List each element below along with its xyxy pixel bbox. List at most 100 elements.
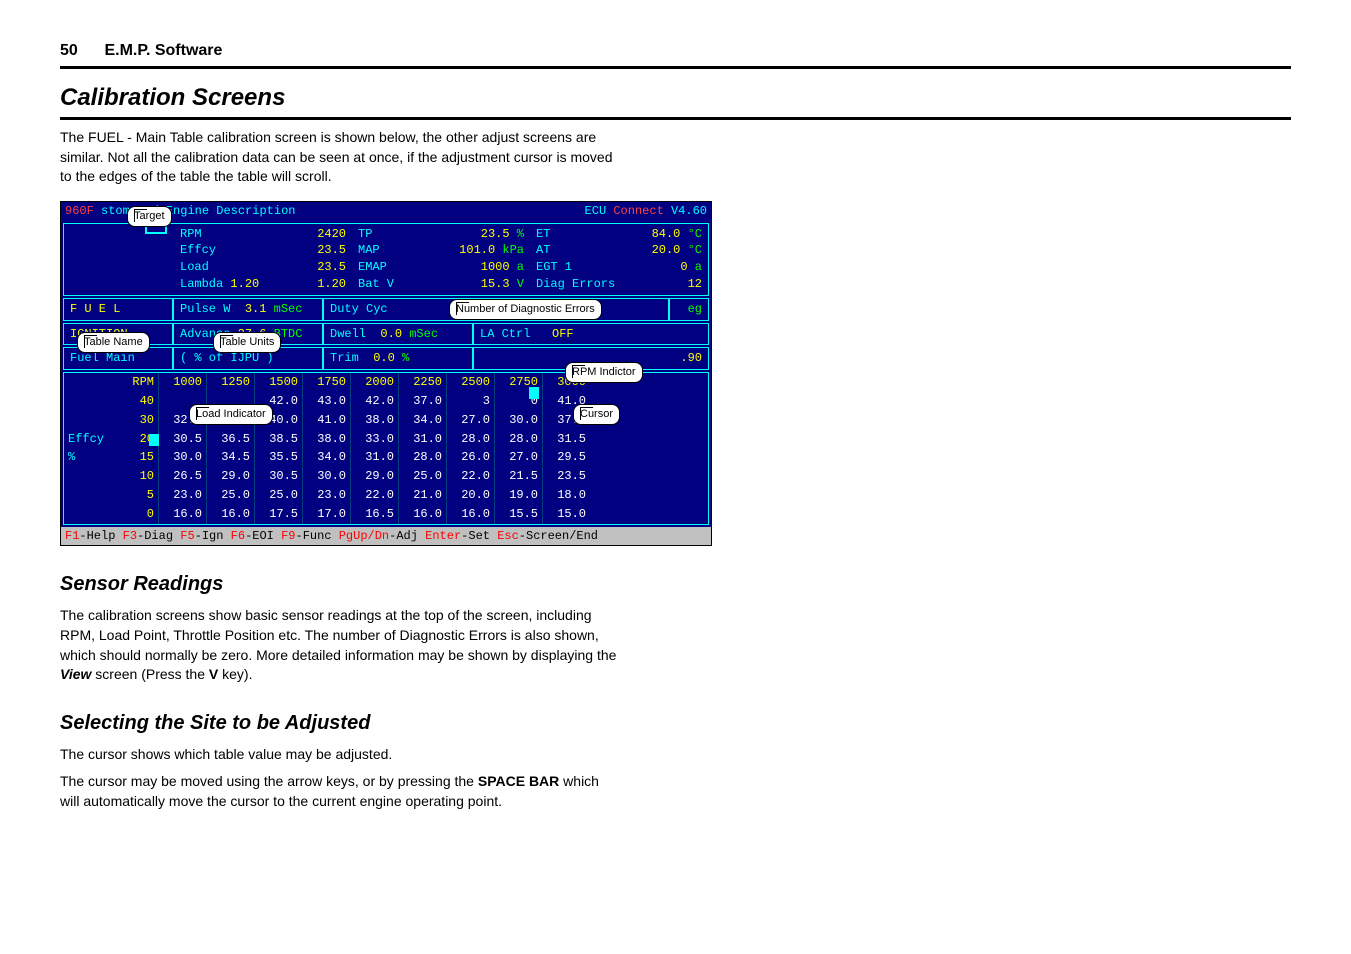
table-cell[interactable]: 21.0: [398, 486, 446, 505]
table-cell[interactable]: 22.0: [350, 486, 398, 505]
row-axis-label: [64, 467, 118, 486]
table-cell[interactable]: 17.0: [302, 505, 350, 524]
function-key-bar: F1-Help F3-Diag F5-Ign F6-EOI F9-Func Pg…: [61, 527, 711, 546]
trim-unit: %: [402, 350, 409, 367]
table-cell[interactable]: 25.0: [254, 486, 302, 505]
table-row: 016.016.017.517.016.516.016.015.515.0: [64, 505, 708, 524]
effcy-row-header: 0: [118, 505, 158, 524]
fn-desc: -Ign: [195, 529, 231, 543]
table-cell[interactable]: 30.0: [494, 411, 542, 430]
sensor-reading: EGT 10 a: [536, 259, 702, 276]
table-cell[interactable]: 18.0: [542, 486, 590, 505]
sensor-target-col: [64, 224, 174, 295]
trim-label: Trim: [330, 350, 359, 367]
pulse-label: Pulse W: [180, 301, 230, 318]
title-ecu: ECU: [585, 204, 607, 218]
table-cell[interactable]: 26.5: [158, 467, 206, 486]
table-cell[interactable]: 41.0: [302, 411, 350, 430]
table-cell[interactable]: 21.5: [494, 467, 542, 486]
callout-load-indicator: Load Indicator: [189, 404, 273, 425]
header-title: E.M.P. Software: [104, 42, 222, 59]
row-axis-label: %: [64, 448, 118, 467]
table-cell[interactable]: 22.0: [446, 467, 494, 486]
sensor-reading: RPM2420: [180, 226, 346, 243]
table-cell[interactable]: 31.5: [542, 430, 590, 449]
spacebar-key: SPACE BAR: [478, 773, 559, 789]
page-header: 50 E.M.P. Software: [60, 40, 1291, 69]
callout-cursor: Cursor: [573, 404, 620, 425]
intro-paragraph: The FUEL - Main Table calibration screen…: [60, 128, 620, 187]
table-cell[interactable]: 27.0: [446, 411, 494, 430]
rpm-column-header: 1250: [206, 373, 254, 392]
table-cell[interactable]: 43.0: [302, 392, 350, 411]
effcy-row-header: 30: [118, 411, 158, 430]
table-row: %1530.034.535.534.031.028.026.027.029.5: [64, 448, 708, 467]
table-cell[interactable]: 23.5: [542, 467, 590, 486]
table-cell[interactable]: 29.0: [206, 467, 254, 486]
sensor-reading: Lambda 1.201.20: [180, 276, 346, 293]
table-cell[interactable]: 27.0: [494, 448, 542, 467]
table-cell[interactable]: 30.0: [158, 448, 206, 467]
table-cell[interactable]: 16.0: [446, 505, 494, 524]
table-cell[interactable]: 16.0: [206, 505, 254, 524]
table-cell[interactable]: 36.5: [206, 430, 254, 449]
table-cell[interactable]: 25.0: [398, 467, 446, 486]
fn-key: F9: [281, 529, 295, 543]
table-cell[interactable]: 34.0: [398, 411, 446, 430]
table-cell[interactable]: 3: [446, 392, 494, 411]
fn-key: F6: [231, 529, 245, 543]
rpm-cursor-icon: [529, 387, 539, 399]
fn-key: Enter: [425, 529, 461, 543]
table-cell[interactable]: 38.5: [254, 430, 302, 449]
v-key: V: [209, 666, 218, 682]
table-cell[interactable]: 15.0: [542, 505, 590, 524]
table-cell[interactable]: 38.0: [350, 411, 398, 430]
sensor-reading: TP23.5 %: [358, 226, 524, 243]
effcy-row-header: 40: [118, 392, 158, 411]
pulse-unit: mSec: [274, 301, 303, 318]
lactrl-value: OFF: [552, 326, 574, 343]
sensor-reading: Effcy23.5: [180, 242, 346, 259]
fn-desc: -Diag: [137, 529, 180, 543]
table-cell[interactable]: 15.5: [494, 505, 542, 524]
table-cell[interactable]: 16.5: [350, 505, 398, 524]
table-cell[interactable]: 25.0: [206, 486, 254, 505]
table-cell[interactable]: 30.5: [254, 467, 302, 486]
table-cell[interactable]: 23.0: [302, 486, 350, 505]
table-cell[interactable]: 37.0: [398, 392, 446, 411]
table-cell[interactable]: 34.0: [302, 448, 350, 467]
table-cell[interactable]: 30.5: [158, 430, 206, 449]
table-cell[interactable]: 28.0: [494, 430, 542, 449]
table-cell[interactable]: 33.0: [350, 430, 398, 449]
selecting-site-heading: Selecting the Site to be Adjusted: [60, 709, 1291, 737]
dwell-value: 0.0: [380, 326, 402, 343]
load-cursor-icon: [149, 434, 159, 446]
table-cell[interactable]: 17.5: [254, 505, 302, 524]
sensor-p-2: screen (Press the: [91, 666, 209, 682]
table-cell[interactable]: 19.0: [494, 486, 542, 505]
table-cell[interactable]: 23.0: [158, 486, 206, 505]
sensor-reading: MAP101.0 kPa: [358, 242, 524, 259]
table-cell[interactable]: 42.0: [350, 392, 398, 411]
rpm-column-header: 2250: [398, 373, 446, 392]
table-cell[interactable]: 26.0: [446, 448, 494, 467]
fn-key: PgUp/Dn: [339, 529, 389, 543]
title-connect: Connect: [613, 204, 663, 218]
table-cell[interactable]: 16.0: [398, 505, 446, 524]
table-cell[interactable]: 38.0: [302, 430, 350, 449]
table-cell[interactable]: 20.0: [446, 486, 494, 505]
table-cell[interactable]: 29.0: [350, 467, 398, 486]
calibration-table: RPM 100012501500175020002250250027503000…: [63, 372, 709, 524]
table-cell[interactable]: 28.0: [398, 448, 446, 467]
callout-table-name: Table Name: [77, 332, 150, 353]
table-cell[interactable]: 35.5: [254, 448, 302, 467]
table-cell[interactable]: 31.0: [398, 430, 446, 449]
table-cell[interactable]: 29.5: [542, 448, 590, 467]
sensor-readings-heading: Sensor Readings: [60, 570, 1291, 598]
table-cell[interactable]: 28.0: [446, 430, 494, 449]
table-cell[interactable]: 34.5: [206, 448, 254, 467]
table-cell[interactable]: 31.0: [350, 448, 398, 467]
table-cell[interactable]: 30.0: [302, 467, 350, 486]
sensor-reading: EMAP1000 a: [358, 259, 524, 276]
table-cell[interactable]: 16.0: [158, 505, 206, 524]
